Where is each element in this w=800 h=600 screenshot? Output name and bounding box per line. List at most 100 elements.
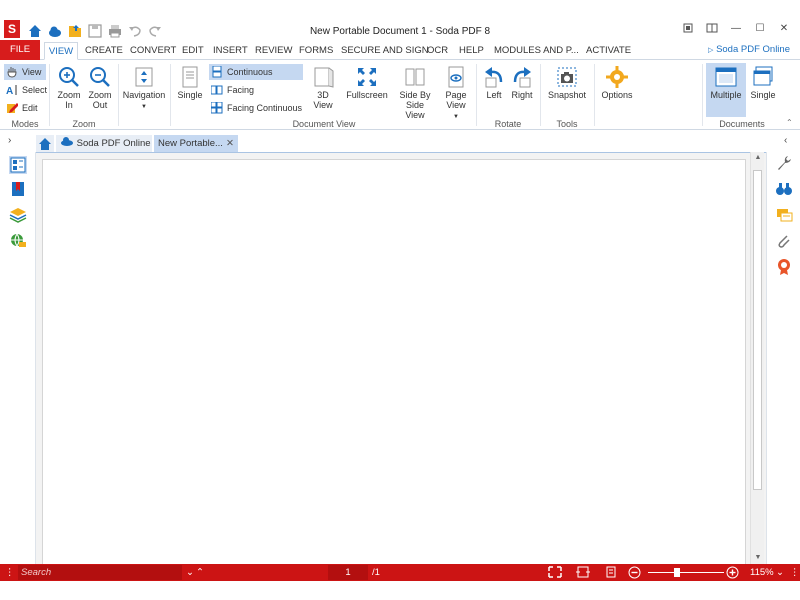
- fit-page-icon[interactable]: [548, 564, 562, 581]
- tab-insert[interactable]: INSERT: [213, 42, 248, 60]
- page-total: /1: [372, 567, 380, 578]
- zoom-slider-thumb[interactable]: [674, 568, 680, 577]
- separator: [594, 64, 595, 126]
- 3d-view-button[interactable]: 3D View: [308, 66, 338, 110]
- facing-continuous-button[interactable]: Facing Continuous: [209, 100, 303, 116]
- tab-convert[interactable]: CONVERT: [130, 42, 176, 60]
- layout-icon[interactable]: [700, 22, 724, 36]
- scroll-up-icon[interactable]: ▲: [751, 152, 765, 164]
- thumbnails-icon[interactable]: [9, 156, 27, 174]
- tab-modules[interactable]: MODULES AND P...: [494, 42, 579, 60]
- separator: [49, 64, 50, 126]
- single-document-button[interactable]: Single: [748, 66, 778, 100]
- multiple-documents-button[interactable]: Multiple: [706, 63, 746, 117]
- group-label-documents: Documents: [719, 119, 765, 129]
- fullscreen-button[interactable]: Fullscreen: [344, 66, 390, 100]
- navigation-button[interactable]: Navigation ▼: [122, 66, 166, 112]
- scroll-down-icon[interactable]: ▼: [751, 552, 765, 564]
- zoom-out-button[interactable]: [628, 564, 641, 581]
- facing-button[interactable]: Facing: [209, 82, 303, 98]
- document-viewport[interactable]: [36, 152, 766, 569]
- search-input[interactable]: [18, 565, 182, 580]
- maximize-button[interactable]: ☐: [748, 22, 772, 36]
- group-label-zoom: Zoom: [72, 119, 96, 129]
- restore-icon[interactable]: [676, 22, 700, 36]
- fit-width-icon[interactable]: [576, 564, 590, 581]
- tab-review[interactable]: REVIEW: [255, 42, 292, 60]
- zoom-in-icon: [58, 66, 80, 88]
- tab-help[interactable]: HELP: [459, 42, 484, 60]
- bottom-margin: [0, 581, 800, 600]
- signatures-icon[interactable]: [775, 258, 793, 276]
- doc-tab-soda-online[interactable]: Soda PDF Online: [56, 135, 152, 153]
- search-dropdown-icon[interactable]: ⌄: [186, 564, 194, 581]
- group-label-tools: Tools: [556, 119, 578, 129]
- rotate-right-button[interactable]: Right: [508, 66, 536, 100]
- 3d-view-icon: [312, 66, 334, 88]
- home-tab[interactable]: [36, 135, 54, 153]
- continuous-button[interactable]: Continuous: [209, 64, 303, 80]
- soda-online-link[interactable]: ▷ Soda PDF Online: [708, 42, 790, 59]
- tab-create[interactable]: CREATE: [85, 42, 123, 60]
- facing-continuous-icon: [210, 101, 223, 114]
- chevron-down-icon: ▼: [141, 104, 147, 110]
- scroll-thumb[interactable]: [753, 170, 762, 490]
- wrench-icon[interactable]: [775, 154, 793, 172]
- rotate-right-icon: [511, 66, 533, 88]
- vertical-scrollbar[interactable]: ▲ ▼: [750, 152, 764, 564]
- zoom-slider-track[interactable]: [648, 572, 724, 573]
- layers-icon[interactable]: [9, 206, 27, 224]
- document-page[interactable]: [42, 159, 746, 569]
- search-up-icon[interactable]: ⌃: [196, 564, 204, 581]
- tab-secure-and-sign[interactable]: SECURE AND SIGN: [341, 42, 429, 60]
- expand-left-panel-icon[interactable]: ›: [8, 135, 11, 146]
- options-button[interactable]: Options: [598, 66, 636, 100]
- select-mode-button[interactable]: A Select: [4, 82, 47, 98]
- comments-icon[interactable]: [775, 206, 793, 224]
- tab-forms[interactable]: FORMS: [299, 42, 333, 60]
- right-sidebar: [766, 152, 800, 564]
- actual-size-icon[interactable]: [604, 564, 618, 581]
- snapshot-button[interactable]: Snapshot: [544, 66, 590, 100]
- zoom-in-button[interactable]: [726, 564, 739, 581]
- single-document-icon: [752, 66, 774, 88]
- tab-ocr[interactable]: OCR: [427, 42, 448, 60]
- tab-view[interactable]: VIEW: [44, 42, 78, 60]
- gear-icon: [606, 66, 628, 88]
- document-tab-strip: › Soda PDF Online New Portable... ✕ ‹: [0, 133, 800, 153]
- binoculars-icon[interactable]: [775, 180, 793, 198]
- zoom-level[interactable]: 115%: [750, 564, 774, 581]
- minimize-button[interactable]: —: [724, 22, 748, 36]
- collapse-right-panel-icon[interactable]: ‹: [784, 135, 787, 146]
- bookmarks-icon[interactable]: [9, 180, 27, 198]
- single-page-button[interactable]: Single: [174, 66, 206, 100]
- collapse-ribbon-icon[interactable]: ⌃: [786, 118, 793, 127]
- resize-grip-icon: ⋮: [5, 567, 15, 578]
- tab-activate[interactable]: ACTIVATE: [586, 42, 631, 60]
- camera-icon: [556, 66, 578, 88]
- view-mode-button[interactable]: View: [4, 64, 46, 80]
- zoom-out-button[interactable]: Zoom Out: [85, 66, 115, 110]
- separator: [118, 64, 119, 126]
- edit-mode-button[interactable]: Edit: [4, 100, 46, 116]
- rotate-left-button[interactable]: Left: [480, 66, 508, 100]
- close-tab-icon[interactable]: ✕: [226, 135, 234, 153]
- attachments-icon[interactable]: [775, 232, 793, 250]
- zoom-in-button[interactable]: Zoom In: [54, 66, 84, 110]
- group-label-rotate: Rotate: [494, 119, 522, 129]
- rotate-left-icon: [483, 66, 505, 88]
- resize-grip-icon: ⋮: [790, 567, 800, 578]
- select-text-icon: A: [6, 84, 18, 97]
- page-view-button[interactable]: Page View ▼: [441, 66, 471, 122]
- close-button[interactable]: ✕: [772, 22, 796, 36]
- edit-pencil-icon: [6, 102, 19, 114]
- facing-icon: [210, 84, 223, 96]
- web-links-icon[interactable]: [9, 232, 27, 250]
- doc-tab-active[interactable]: New Portable... ✕: [154, 135, 238, 153]
- zoom-dropdown-icon[interactable]: ⌄: [776, 564, 784, 581]
- page-number-input[interactable]: [328, 565, 368, 580]
- side-by-side-view-button[interactable]: Side By Side View: [398, 66, 432, 120]
- tab-edit[interactable]: EDIT: [182, 42, 204, 60]
- separator: [540, 64, 541, 126]
- tab-file[interactable]: FILE: [0, 40, 40, 60]
